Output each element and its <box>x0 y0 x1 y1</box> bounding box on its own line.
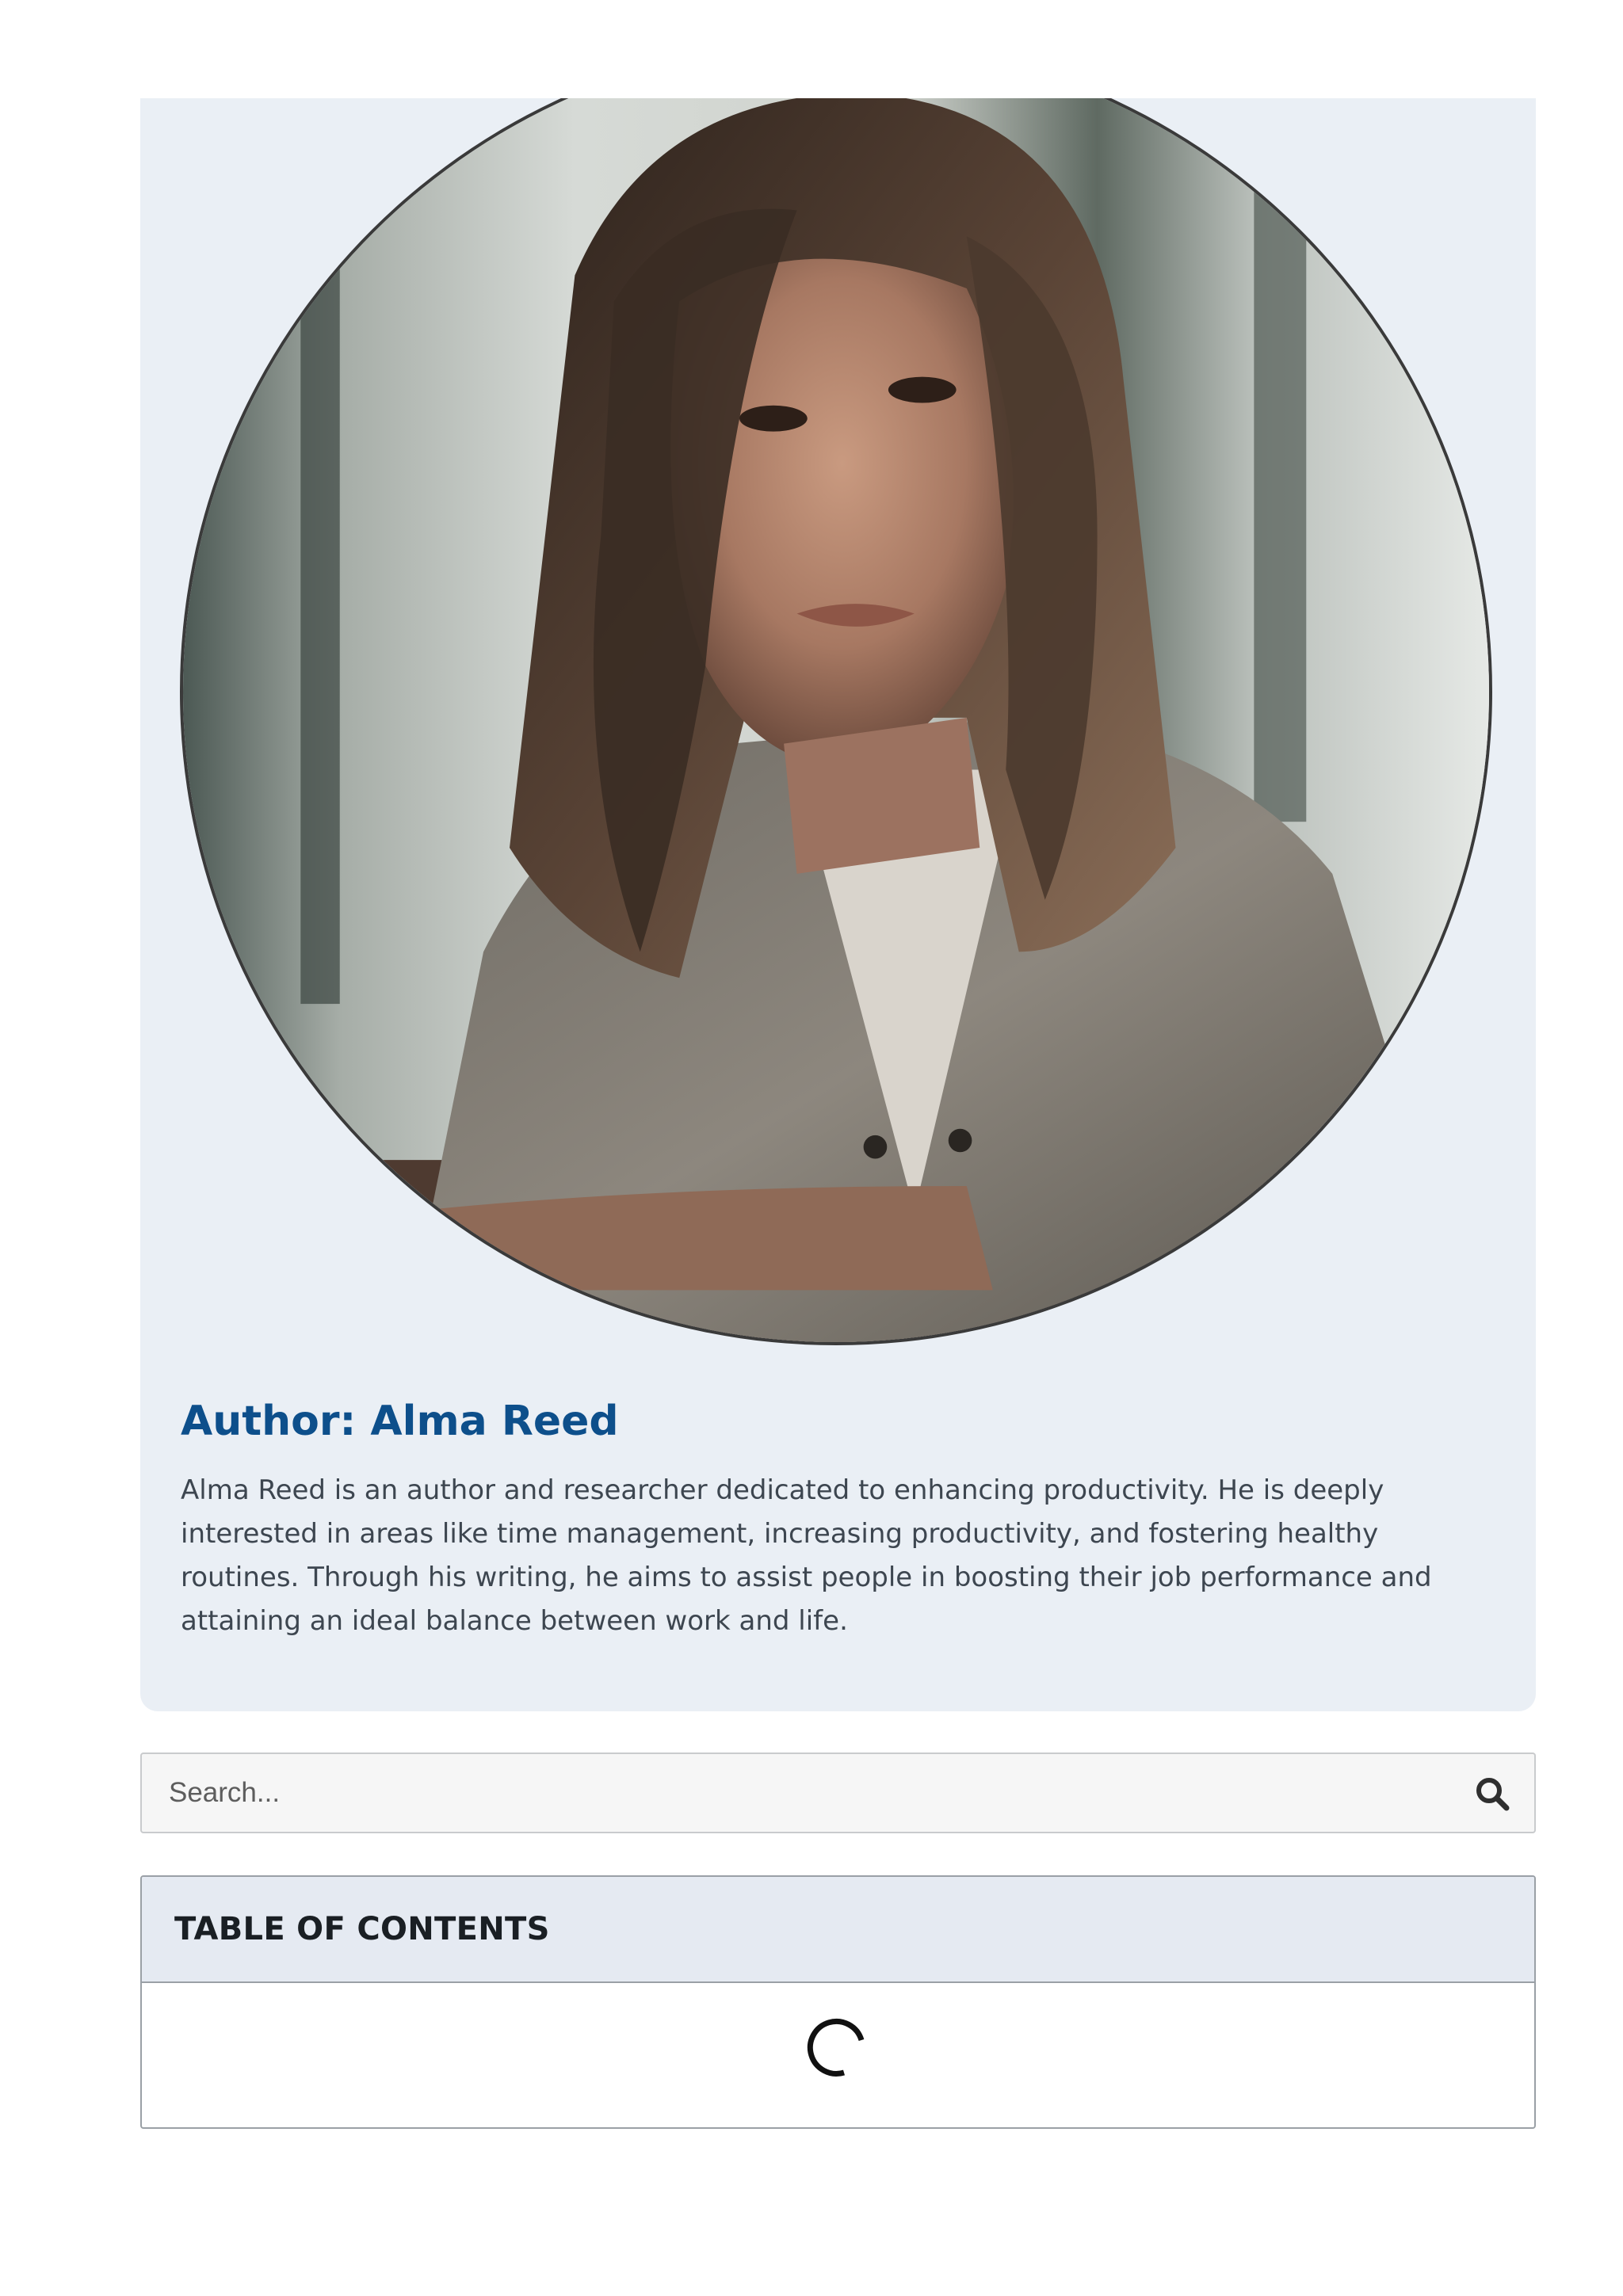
toc-title: TABLE OF CONTENTS <box>174 1911 550 1947</box>
loading-spinner-icon <box>807 2018 865 2077</box>
author-avatar <box>180 98 1492 1345</box>
author-photo <box>183 98 1489 1342</box>
toc-body <box>142 1983 1534 2127</box>
search-input[interactable] <box>169 1754 1421 1832</box>
toc-header[interactable]: TABLE OF CONTENTS <box>142 1877 1534 1983</box>
author-title: Author: Alma Reed <box>181 1398 619 1445</box>
author-card: Author: Alma Reed Alma Reed is an author… <box>140 98 1536 1711</box>
table-of-contents: TABLE OF CONTENTS <box>140 1875 1536 2129</box>
search-bar <box>140 1753 1536 1833</box>
search-icon[interactable] <box>1473 1775 1511 1813</box>
author-bio: Alma Reed is an author and researcher de… <box>181 1474 1432 1637</box>
